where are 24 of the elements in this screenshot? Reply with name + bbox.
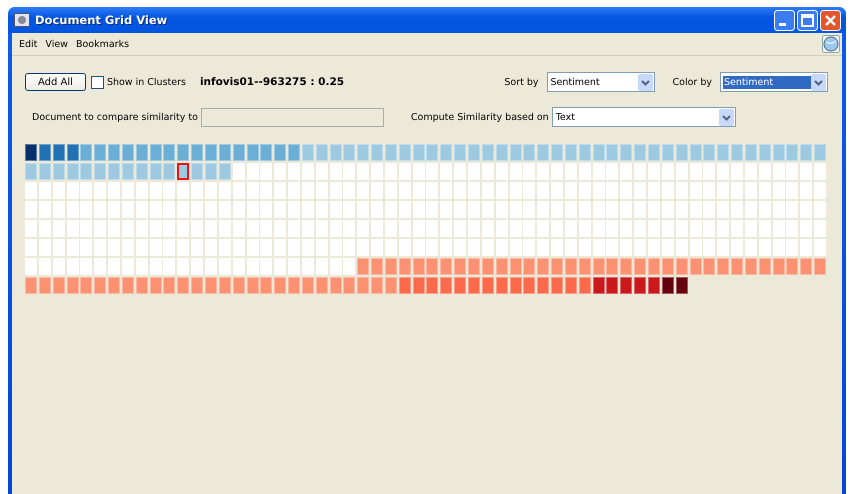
menu-item[interactable]: Bookmarks [72,38,134,50]
similarity-basis-dropdown[interactable]: Text [552,107,736,127]
close-icon[interactable] [820,10,841,30]
show-in-clusters-checkbox[interactable] [90,76,104,88]
chevron-down-icon [811,74,826,90]
globe-icon[interactable] [822,35,840,53]
current-document-label: infovis01--963275 : 0.25 [200,76,344,88]
add-all-button[interactable]: Add All [25,73,86,91]
compare-label: Document to compare similarity to [32,112,198,122]
maximize-icon[interactable] [797,10,818,30]
chevron-down-icon [718,108,734,126]
compute-similarity-label: Compute Similarity based on [410,112,549,122]
sort-by-label: Sort by [504,76,539,88]
compare-document-field[interactable] [200,108,384,126]
minimize-icon[interactable] [774,10,795,30]
window-title: Document Grid View [35,13,168,27]
color-by-label: Color by [672,76,712,88]
menu-item[interactable]: Edit [15,38,42,50]
color-by-dropdown[interactable]: Sentiment [720,72,828,92]
chevron-down-icon [638,74,653,90]
app-icon [14,13,30,27]
menu-item[interactable]: View [41,38,72,50]
sort-by-dropdown[interactable]: Sentiment [546,72,655,92]
checkbox-label: Show in Clusters [106,76,186,88]
